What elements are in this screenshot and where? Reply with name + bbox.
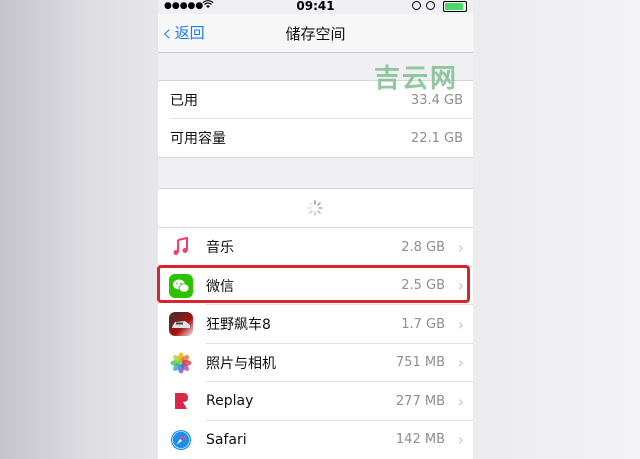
chevron-right-icon: › (457, 430, 464, 450)
app-size: 277 MB (395, 393, 445, 409)
storage-available-value: 22.1 GB (410, 130, 463, 146)
background-left (0, 0, 158, 459)
replay-icon (169, 389, 193, 414)
storage-used-label: 已用 (170, 93, 198, 109)
battery-level (445, 3, 463, 10)
background-right (472, 0, 640, 459)
navigation-bar: ‹ 返回 储存空间 (158, 14, 473, 53)
storage-available-label: 可用容量 (170, 131, 226, 147)
app-name: 音乐 (206, 240, 234, 257)
app-size: 2.5 GB (401, 278, 445, 294)
watermark: 吉云网 (374, 64, 459, 94)
page-title: 储存空间 (285, 25, 346, 43)
app-row-wechat[interactable]: 微信 2.5 GB › (158, 267, 473, 305)
alarm-icon (426, 1, 435, 10)
app-row-photos[interactable]: 照片与相机 751 MB › (158, 344, 473, 382)
app-name: Safari (206, 431, 247, 448)
app-size: 2.8 GB (401, 239, 445, 255)
app-size: 142 MB (395, 432, 445, 448)
app-row-asphalt-8[interactable]: 狂野飙车8 1.7 GB › (158, 305, 473, 344)
photos-icon (169, 350, 193, 375)
status-bar: ●●●●● 09:41 (158, 0, 473, 14)
app-row-music[interactable]: 音乐 2.8 GB › (158, 228, 473, 267)
app-storage-list: 音乐 2.8 GB › 微信 2.5 GB › 狂野飙车8 1.7 GB › 照… (158, 227, 473, 459)
wechat-icon (169, 273, 193, 298)
app-size: 751 MB (395, 355, 445, 371)
loading-spinner-icon (307, 200, 323, 216)
chevron-right-icon: › (457, 237, 464, 257)
battery-icon (443, 1, 467, 12)
app-row-replay[interactable]: Replay 277 MB › (158, 382, 473, 421)
storage-available-row: 可用容量 22.1 GB (158, 119, 473, 157)
safari-icon (169, 427, 193, 452)
app-name: Replay (206, 393, 254, 410)
chevron-right-icon: › (457, 353, 464, 373)
chevron-right-icon: › (457, 314, 464, 334)
rotation-lock-icon (412, 1, 421, 10)
chevron-right-icon: › (457, 276, 464, 296)
app-name: 照片与相机 (206, 355, 276, 372)
app-size: 1.7 GB (401, 316, 445, 332)
app-name: 微信 (206, 278, 234, 295)
app-row-safari[interactable]: Safari 142 MB › (158, 421, 473, 459)
app-name: 狂野飙车8 (206, 317, 271, 334)
chevron-right-icon: › (457, 391, 464, 411)
asphalt-8-icon (169, 312, 193, 337)
loading-section (158, 188, 473, 227)
music-note-icon (169, 235, 193, 259)
